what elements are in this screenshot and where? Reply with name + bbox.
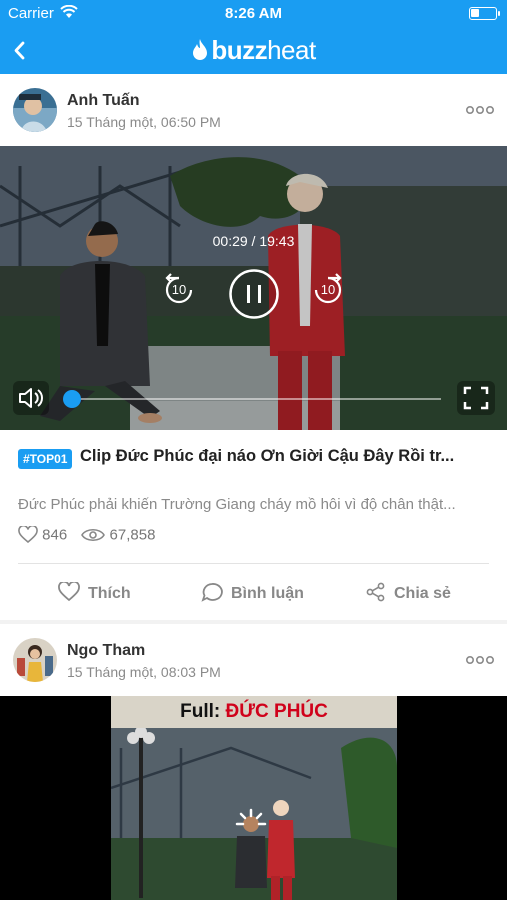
seek-handle[interactable] bbox=[62, 390, 81, 408]
share-button[interactable]: Chia sẻ bbox=[366, 582, 451, 603]
comment-label: Bình luận bbox=[231, 585, 304, 602]
likes-count: 846 bbox=[42, 526, 68, 544]
rewind-label: 10 bbox=[171, 282, 187, 297]
clock: 8:26 AM bbox=[225, 5, 282, 22]
like-button[interactable]: Thích bbox=[58, 580, 131, 603]
post-date: 15 Tháng một, 08:03 PM bbox=[67, 664, 221, 680]
feed-post: Ngo Tham 15 Tháng một, 08:03 PM bbox=[0, 624, 507, 696]
rewind-10-button[interactable]: 10 bbox=[157, 268, 201, 312]
forward-label: 10 bbox=[320, 282, 336, 297]
app-logo: buzzheat bbox=[0, 35, 507, 66]
author-name[interactable]: Anh Tuấn bbox=[67, 92, 140, 110]
avatar[interactable] bbox=[13, 638, 57, 682]
volume-icon[interactable] bbox=[13, 381, 49, 415]
post-header: Ngo Tham 15 Tháng một, 08:03 PM bbox=[0, 624, 507, 696]
comment-button[interactable]: Bình luận bbox=[201, 582, 304, 603]
top-tag-badge[interactable]: #TOP01 bbox=[18, 449, 73, 469]
pause-button[interactable] bbox=[228, 268, 280, 320]
views-count: 67,858 bbox=[109, 526, 156, 544]
caption-highlight: ĐỨC PHÚC bbox=[225, 701, 328, 722]
thumbnail-scene bbox=[111, 728, 397, 900]
nav-bar: buzzheat bbox=[0, 28, 507, 74]
status-bar: Carrier 8:26 AM bbox=[0, 0, 507, 28]
thumbnail-caption: Full: ĐỨC PHÚC bbox=[111, 696, 397, 728]
heart-icon bbox=[58, 580, 80, 602]
logo-text-buzz: buzz bbox=[211, 35, 268, 65]
fullscreen-icon[interactable] bbox=[457, 381, 495, 415]
post-date: 15 Tháng một, 06:50 PM bbox=[67, 114, 221, 130]
divider bbox=[18, 563, 489, 564]
video-thumbnail[interactable]: Full: ĐỨC PHÚC bbox=[0, 696, 507, 900]
forward-10-button[interactable]: 10 bbox=[306, 268, 350, 312]
logo-text-heat: heat bbox=[267, 35, 316, 65]
share-icon bbox=[366, 582, 385, 602]
thumbnail-image: Full: ĐỨC PHÚC bbox=[111, 696, 397, 900]
more-options-icon[interactable] bbox=[465, 105, 495, 115]
battery-icon bbox=[469, 7, 500, 20]
more-options-icon[interactable] bbox=[465, 655, 495, 665]
video-time: 00:29 / 19:43 bbox=[212, 233, 295, 249]
seek-bar[interactable] bbox=[68, 398, 441, 400]
post-title[interactable]: Clip Đức Phúc đại náo Ơn Giời Cậu Đây Rồ… bbox=[80, 447, 490, 466]
avatar[interactable] bbox=[13, 88, 57, 132]
title-row: #TOP01 Clip Đức Phúc đại náo Ơn Giời Cậu… bbox=[0, 430, 507, 490]
like-label: Thích bbox=[88, 585, 131, 602]
author-name[interactable]: Ngo Tham bbox=[67, 642, 145, 660]
post-stats: 846 67,858 bbox=[18, 524, 156, 544]
comment-icon bbox=[201, 583, 223, 602]
post-actions: Thích Bình luận Chia sẻ bbox=[0, 572, 507, 614]
share-label: Chia sẻ bbox=[394, 585, 451, 602]
video-player[interactable]: 00:29 / 19:43 10 10 bbox=[0, 146, 507, 430]
flame-icon bbox=[193, 39, 208, 60]
post-header: Anh Tuấn 15 Tháng một, 06:50 PM bbox=[0, 74, 507, 146]
heart-icon bbox=[18, 524, 38, 544]
caption-prefix: Full: bbox=[180, 701, 226, 722]
eye-icon bbox=[81, 528, 106, 542]
post-description: Đức Phúc phải khiến Trường Giang cháy mồ… bbox=[18, 496, 456, 513]
battery-fill bbox=[471, 9, 479, 17]
